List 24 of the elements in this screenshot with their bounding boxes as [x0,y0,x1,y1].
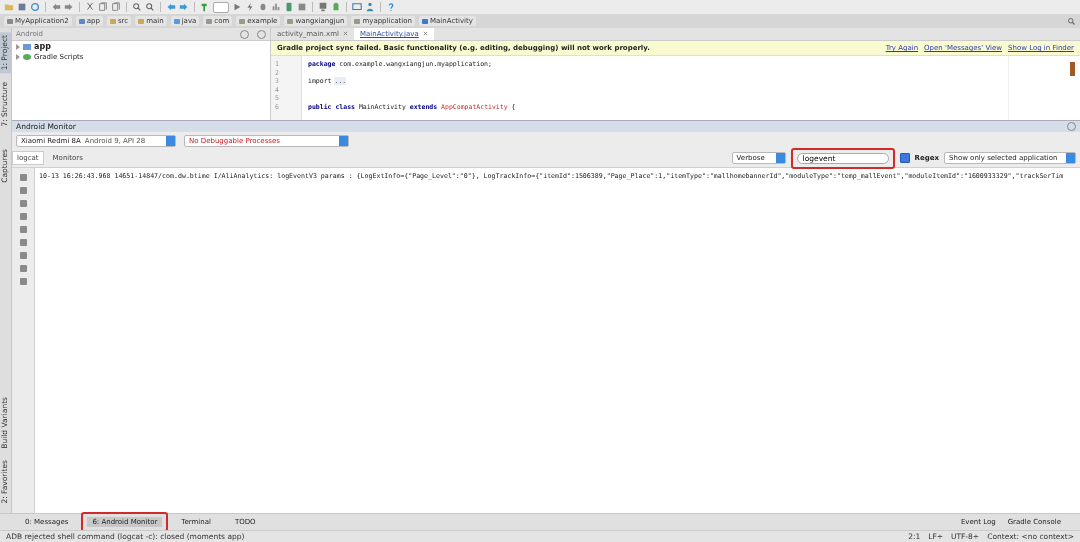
search-icon[interactable] [145,2,155,12]
copy-icon[interactable] [98,2,108,12]
undo-icon[interactable] [51,2,61,12]
close-icon[interactable] [422,31,428,36]
folder-icon[interactable] [4,2,14,12]
person-icon[interactable] [365,2,375,12]
search-icon[interactable] [1067,16,1076,26]
close-icon[interactable] [342,31,348,36]
scissors-icon[interactable] [85,2,95,12]
phone-icon[interactable] [284,2,294,12]
monitor-icon[interactable] [352,2,362,12]
error-marker-icon [1070,62,1075,76]
run-icon[interactable] [232,2,242,12]
tree-item[interactable]: app [12,41,270,52]
sync-icon[interactable] [30,2,40,12]
regex-checkbox[interactable] [899,153,910,163]
bar-chart-icon[interactable] [271,2,281,12]
back-arrow-icon[interactable] [166,2,176,12]
stop-icon[interactable] [297,2,307,12]
lightning-icon[interactable] [245,2,255,12]
search-icon[interactable] [132,2,142,12]
redo-icon[interactable] [64,2,74,12]
dropdown[interactable] [213,1,229,13]
forward-arrow-icon[interactable] [179,2,189,12]
